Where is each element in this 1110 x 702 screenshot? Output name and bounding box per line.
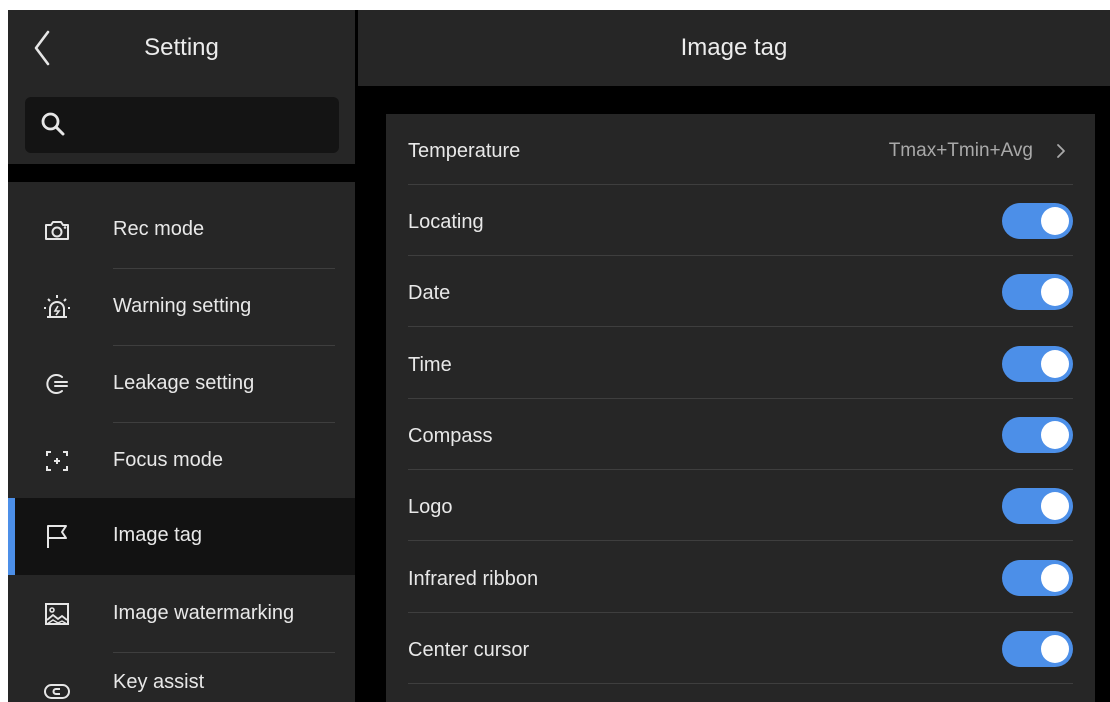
sidebar-item-image-tag[interactable]: Image tag — [8, 498, 355, 575]
divider — [408, 540, 1073, 541]
setting-row-date: Date — [408, 256, 1073, 327]
detail-header: Image tag — [358, 10, 1110, 86]
chevron-right-icon — [1057, 144, 1065, 158]
divider — [408, 326, 1073, 327]
active-indicator — [8, 498, 15, 575]
sidebar-item-leakage-setting[interactable]: Leakage setting — [8, 346, 355, 423]
setting-row-center-cursor: Center cursor — [408, 613, 1073, 684]
setting-label: Logo — [408, 496, 453, 518]
setting-value: Tmax+Tmin+Avg — [888, 140, 1033, 161]
toggle-knob — [1041, 564, 1069, 592]
camera-icon — [45, 221, 69, 240]
sidebar-header: Setting — [8, 10, 355, 86]
setting-label: Compass — [408, 425, 493, 447]
gas-leak-icon — [46, 374, 68, 394]
sidebar-title-text: Setting — [144, 34, 219, 61]
image-watermark-icon — [45, 603, 69, 625]
search-icon — [41, 112, 65, 136]
divider — [408, 683, 1073, 684]
page-title: Image tag — [680, 34, 788, 61]
setting-row-temperature[interactable]: Temperature Tmax+Tmin+Avg — [408, 114, 1073, 185]
sidebar-item-label: Image watermarking — [113, 602, 295, 624]
app-frame: Setting Rec mode Warning setting Leakage… — [8, 10, 1110, 702]
sidebar-item-image-watermarking[interactable]: Image watermarking — [8, 576, 355, 653]
setting-label: Time — [408, 354, 452, 376]
sidebar-item-rec-mode[interactable]: Rec mode — [8, 192, 355, 269]
sidebar-item-label: Rec mode — [113, 218, 205, 240]
center-cursor-toggle[interactable] — [1002, 631, 1073, 667]
setting-row-infrared-ribbon: Infrared ribbon — [408, 542, 1073, 613]
settings-card: Temperature Tmax+Tmin+Avg Locating Date — [386, 114, 1095, 702]
setting-label: Infrared ribbon — [408, 568, 539, 590]
toggle-knob — [1041, 635, 1069, 663]
setting-row-locating: Locating — [408, 185, 1073, 256]
toggle-knob — [1041, 492, 1069, 520]
sidebar-item-label: Focus mode — [113, 449, 224, 471]
search-area — [8, 86, 355, 164]
sidebar-item-focus-mode[interactable]: Focus mode — [8, 423, 355, 500]
setting-row-compass: Compass — [408, 399, 1073, 470]
compass-toggle[interactable] — [1002, 417, 1073, 453]
key-assist-icon — [44, 684, 70, 699]
time-toggle[interactable] — [1002, 346, 1073, 382]
setting-label: Center cursor — [408, 639, 530, 661]
settings-sidebar: Setting Rec mode Warning setting Leakage… — [8, 10, 355, 702]
toggle-knob — [1041, 350, 1069, 378]
focus-frame-icon — [46, 451, 68, 471]
date-toggle[interactable] — [1002, 274, 1073, 310]
toggle-knob — [1041, 278, 1069, 306]
setting-label: Date — [408, 282, 451, 304]
setting-label: Locating — [408, 211, 484, 233]
sidebar-title: Setting — [8, 34, 355, 62]
sidebar-item-key-assist[interactable]: Key assist — [8, 653, 355, 702]
setting-row-logo: Logo — [408, 470, 1073, 541]
locating-toggle[interactable] — [1002, 203, 1073, 239]
infrared-ribbon-toggle[interactable] — [1002, 560, 1073, 596]
search-input[interactable] — [25, 97, 339, 153]
sidebar-item-label: Warning setting — [113, 295, 252, 317]
sidebar-item-label: Leakage setting — [113, 372, 255, 394]
toggle-knob — [1041, 421, 1069, 449]
sidebar-item-label: Key assist — [113, 671, 205, 693]
logo-toggle[interactable] — [1002, 488, 1073, 524]
setting-label: Temperature — [408, 140, 521, 162]
toggle-knob — [1041, 207, 1069, 235]
setting-row-time: Time — [408, 328, 1073, 399]
sidebar-item-warning-setting[interactable]: Warning setting — [8, 269, 355, 346]
settings-menu: Rec mode Warning setting Leakage setting… — [8, 182, 355, 702]
flag-icon — [47, 525, 67, 548]
alarm-light-icon — [44, 295, 70, 318]
sidebar-item-label: Image tag — [113, 524, 202, 546]
detail-panel: Image tag Temperature Tmax+Tmin+Avg Loca… — [358, 10, 1110, 702]
